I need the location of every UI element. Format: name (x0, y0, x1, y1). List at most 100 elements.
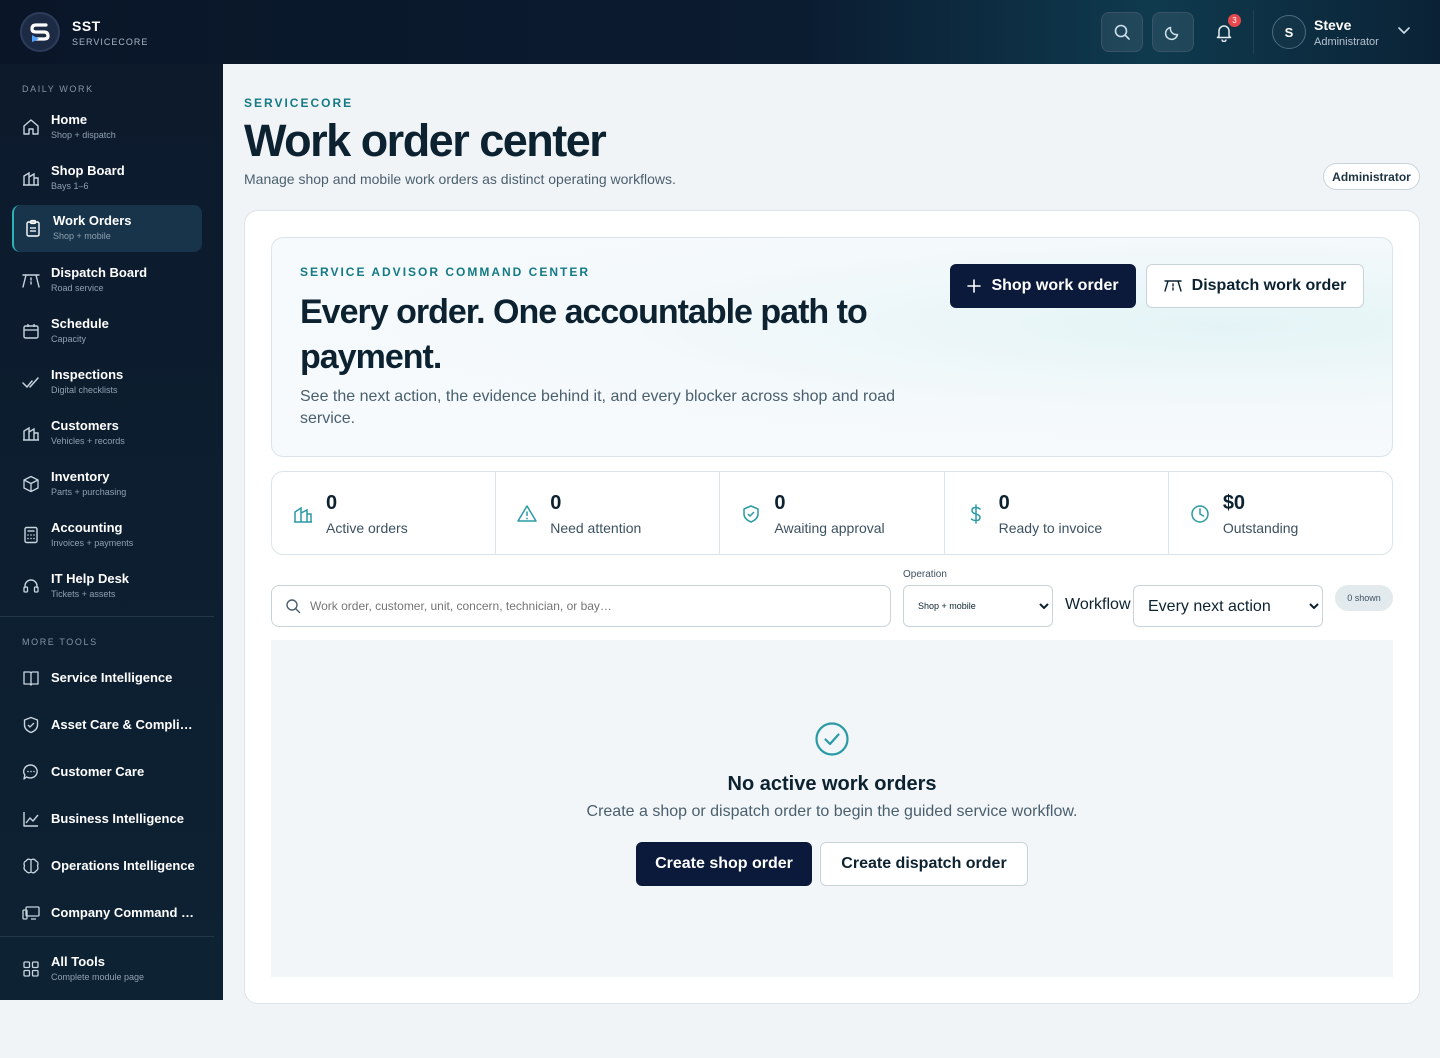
sidebar-item-sub: Parts + purchasing (51, 487, 127, 497)
plus-icon (967, 279, 982, 293)
sidebar-item-sub: Complete module page (51, 972, 145, 982)
sidebar-item-shop-board[interactable]: Shop Board Bays 1–6 (12, 155, 202, 202)
search-box (271, 585, 891, 627)
stats-bar: 0 Active orders 0 Need attention 0 Await… (271, 471, 1393, 555)
create-shop-order-button[interactable]: Create shop order (636, 842, 812, 886)
search-input[interactable] (310, 596, 870, 616)
notification-badge: 3 (1228, 14, 1241, 27)
stat-ready-to-invoice[interactable]: 0 Ready to invoice (945, 472, 1169, 554)
sidebar-item-service-intelligence[interactable]: Service Intelligence (12, 658, 202, 698)
clock-icon (1191, 505, 1209, 523)
stat-value: 0 (326, 492, 338, 514)
sidebar-section-daily: DAILY WORK (22, 84, 94, 94)
sidebar-item-label: Company Command Center (51, 905, 199, 920)
shield-icon (23, 716, 39, 734)
search-icon (286, 599, 301, 614)
workflow-select[interactable]: Every next action (1133, 585, 1323, 627)
avatar[interactable]: S (1272, 15, 1306, 49)
sidebar-item-label: Customer Care (51, 764, 145, 779)
book-icon (23, 671, 39, 686)
sidebar-item-label: Schedule (51, 316, 109, 331)
sidebar-item-customers[interactable]: Customers Vehicles + records (12, 410, 202, 457)
sidebar-item-dispatch-board[interactable]: Dispatch Board Road service (12, 257, 202, 304)
sidebar-item-all-tools[interactable]: All Tools Complete module page (12, 946, 202, 993)
sidebar-item-label: Work Orders (53, 213, 132, 228)
brain-icon (23, 858, 39, 874)
topbar-divider (1253, 10, 1254, 54)
shop-work-order-button[interactable]: Shop work order (950, 264, 1136, 308)
sidebar-item-inspections[interactable]: Inspections Digital checklists (12, 359, 202, 406)
chat-icon (23, 764, 38, 780)
user-menu[interactable]: Steve Administrator (1314, 17, 1379, 48)
calculator-icon (24, 526, 38, 544)
building-icon (23, 426, 39, 441)
hero-subtitle: See the next action, the evidence behind… (300, 388, 896, 427)
sidebar-item-company-command-center[interactable]: Company Command Center (12, 893, 202, 933)
sidebar-item-label: IT Help Desk (51, 571, 130, 586)
sidebar-item-asset-care[interactable]: Asset Care & Compliance (12, 705, 202, 745)
sidebar-item-work-orders[interactable]: Work Orders Shop + mobile (12, 205, 202, 252)
stat-label: Need attention (550, 520, 642, 536)
stat-label: Active orders (326, 520, 408, 536)
stat-value: 0 (998, 492, 1010, 514)
monitor-icon (22, 906, 40, 920)
sidebar-item-home[interactable]: Home Shop + dispatch (12, 104, 202, 151)
home-icon (23, 119, 39, 135)
warning-icon (517, 505, 537, 522)
chevron-down-icon[interactable] (1397, 26, 1411, 36)
sidebar-item-business-intelligence[interactable]: Business Intelligence (12, 799, 202, 839)
stat-active-orders[interactable]: 0 Active orders (272, 472, 497, 554)
theme-toggle-button[interactable] (1152, 12, 1194, 52)
sidebar-item-sub: Road service (51, 283, 104, 293)
stat-label: Ready to invoice (998, 520, 1103, 536)
notifications-button[interactable]: 3 (1210, 14, 1241, 46)
empty-state-title: No active work orders (727, 773, 937, 795)
dispatch-work-order-label: Dispatch work order (1191, 277, 1347, 294)
clipboard-icon (26, 219, 40, 237)
operation-select[interactable]: Shop + mobile (903, 585, 1053, 627)
building-icon (23, 171, 39, 186)
sidebar-item-label: All Tools (51, 954, 105, 969)
brand-name: SST (72, 18, 101, 34)
sidebar-item-label: Service Intelligence (51, 670, 173, 685)
sidebar-item-label: Dispatch Board (51, 265, 148, 280)
sidebar-item-operations-intelligence[interactable]: Operations Intelligence (12, 846, 202, 886)
stat-label: Awaiting approval (774, 520, 885, 536)
sidebar-item-sub: Tickets + assets (51, 589, 116, 599)
sidebar-item-label: Shop Board (51, 163, 125, 178)
sidebar-item-it-help-desk[interactable]: IT Help Desk Tickets + assets (12, 563, 202, 610)
dispatch-work-order-button[interactable]: Dispatch work order (1146, 264, 1364, 308)
stat-value: 0 (550, 492, 562, 514)
stat-need-attention[interactable]: 0 Need attention (496, 472, 721, 554)
sidebar-item-customer-care[interactable]: Customer Care (12, 752, 202, 792)
sidebar-item-schedule[interactable]: Schedule Capacity (12, 308, 202, 355)
sidebar-item-sub: Shop + dispatch (51, 130, 116, 140)
page-title: Work order center (244, 115, 607, 166)
create-dispatch-order-button[interactable]: Create dispatch order (820, 842, 1028, 886)
shield-check-icon (743, 505, 760, 523)
sidebar: DAILY WORK Home Shop + dispatch Shop Boa… (0, 64, 223, 1000)
sidebar-item-label: Customers (51, 418, 119, 433)
brand-sub: SERVICECORE (72, 37, 149, 47)
calendar-icon (23, 324, 39, 339)
box-icon (23, 475, 39, 493)
sidebar-item-label: Home (51, 112, 88, 127)
search-button[interactable] (1101, 12, 1143, 52)
operation-label: Operation (903, 569, 947, 580)
sidebar-item-inventory[interactable]: Inventory Parts + purchasing (12, 461, 202, 508)
stat-outstanding[interactable]: $0 Outstanding (1169, 472, 1392, 554)
check-icon (22, 377, 39, 388)
hero-kicker: SERVICE ADVISOR COMMAND CENTER (300, 265, 591, 279)
moon-icon (1164, 26, 1179, 41)
brand-logo[interactable] (20, 12, 60, 52)
sidebar-item-accounting[interactable]: Accounting Invoices + payments (12, 512, 202, 559)
sidebar-divider (0, 936, 214, 937)
trend-icon (23, 812, 39, 827)
sidebar-item-sub: Digital checklists (51, 385, 118, 395)
top-bar: SST SERVICECORE 3 S Steve Administrator (0, 0, 1440, 64)
stat-awaiting-approval[interactable]: 0 Awaiting approval (720, 472, 945, 554)
road-icon (1163, 280, 1182, 292)
sidebar-item-label: Operations Intelligence (51, 858, 195, 873)
headset-icon (23, 579, 39, 593)
sidebar-item-label: Inventory (51, 469, 110, 484)
